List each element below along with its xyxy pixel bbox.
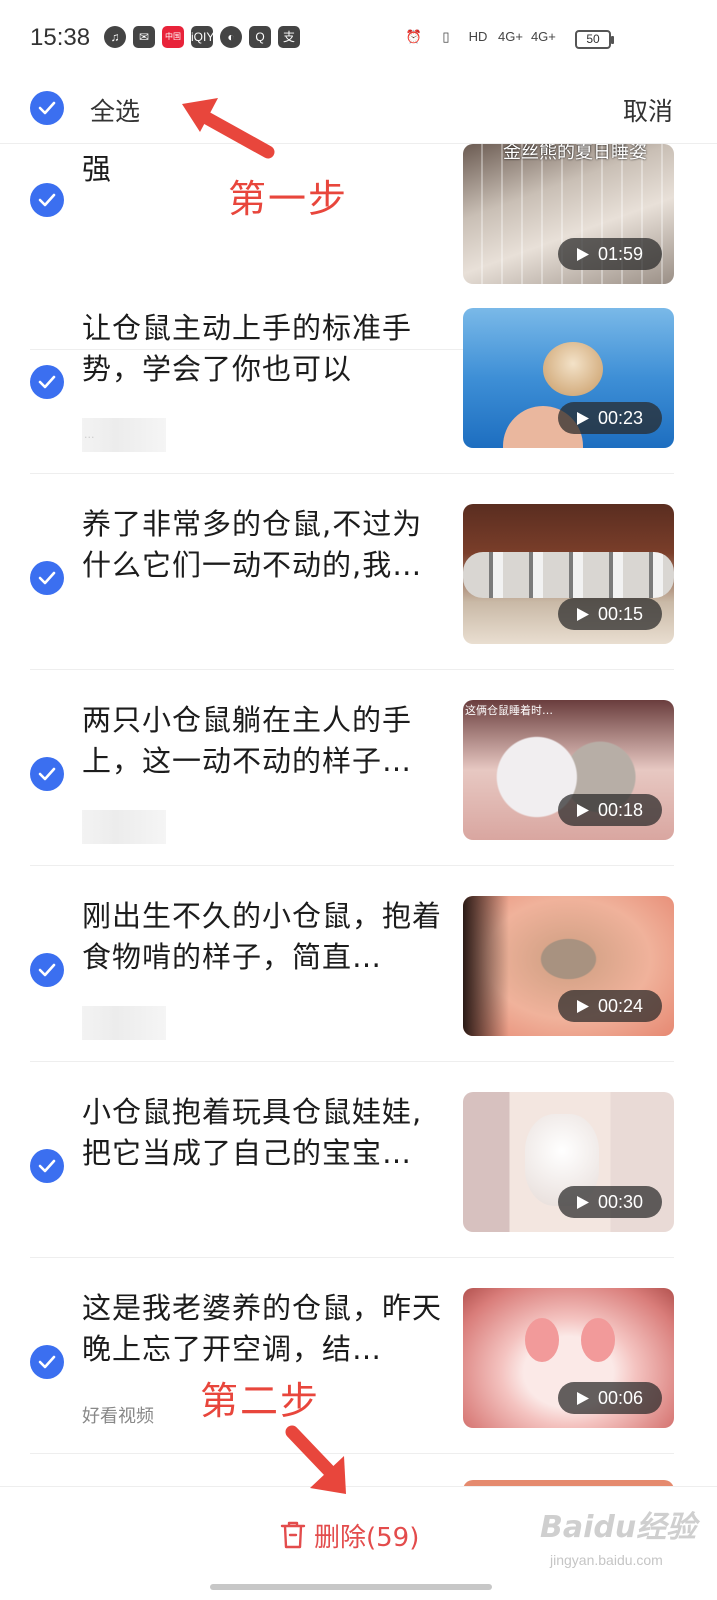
play-icon (577, 1196, 589, 1209)
wechat-icon: ✉ (133, 26, 155, 48)
play-icon (577, 248, 589, 261)
iqiyi-icon: iQIY (191, 26, 214, 48)
list-item[interactable]: 小仓鼠抱着玩具仓鼠娃娃,把它当成了自己的宝宝… 00:30 (0, 1062, 717, 1258)
item-checkbox[interactable] (30, 365, 64, 399)
duration-label: 00:24 (598, 996, 644, 1016)
battery-icon: 50 (575, 30, 614, 49)
duration-label: 00:23 (598, 408, 644, 428)
browser-icon: ◐ (220, 26, 242, 48)
item-title: 让仓鼠主动上手的标准手势，学会了你也可以 (82, 311, 413, 386)
item-checkbox[interactable] (30, 757, 64, 791)
duration-badge: 00:23 (558, 402, 662, 434)
select-all-checkbox[interactable] (30, 91, 64, 125)
status-time: 15:38 (30, 24, 91, 51)
signal-icon: 4G+ (498, 29, 523, 44)
item-checkbox[interactable] (30, 183, 64, 217)
search-app-icon: Q (249, 26, 271, 48)
duration-label: 01:59 (598, 244, 644, 264)
video-thumbnail: 00:06 (463, 1288, 674, 1428)
video-thumbnail: 00:24 (463, 896, 674, 1036)
item-checkbox[interactable] (30, 561, 64, 595)
status-indicators: ⏰ ▯ HD 4G+ 4G+ (402, 26, 556, 48)
video-thumbnail: 这俩仓鼠睡着时… 00:18 (463, 700, 674, 840)
item-checkbox[interactable] (30, 1345, 64, 1379)
duration-label: 00:18 (598, 800, 644, 820)
check-icon (38, 193, 56, 207)
item-title: 刚出生不久的小仓鼠，抱着食物啃的样子，简直… (82, 899, 443, 974)
list-item[interactable]: 两只小仓鼠躺在主人的手上，这一动不动的样子… 这俩仓鼠睡着时… 00:18 (0, 670, 717, 866)
annotation-arrow-icon (285, 1425, 346, 1494)
play-icon (577, 1000, 589, 1013)
play-icon (577, 1392, 589, 1405)
alipay-icon: 支 (278, 26, 300, 48)
thumbnail-caption: 金丝熊的夏日睡姿 (503, 144, 647, 163)
item-title: 小仓鼠抱着玩具仓鼠娃娃,把它当成了自己的宝宝… (82, 1095, 423, 1170)
check-icon (38, 1159, 56, 1173)
duration-badge: 00:30 (558, 1186, 662, 1218)
duration-label: 00:06 (598, 1388, 644, 1408)
list-item[interactable]: 刚出生不久的小仓鼠，抱着食物啃的样子，简直… 00:24 (0, 866, 717, 1062)
check-icon (38, 375, 56, 389)
thumbnail-caption: 这俩仓鼠睡着时… (465, 704, 553, 717)
video-thumbnail: 金丝熊的夏日睡姿 01:59 (463, 144, 674, 284)
annotation-step-two: 第二步 (200, 1379, 321, 1423)
play-icon (577, 804, 589, 817)
item-checkbox[interactable] (30, 1149, 64, 1183)
item-checkbox[interactable] (30, 953, 64, 987)
video-thumbnail: 00:15 (463, 504, 674, 644)
item-source: ... (82, 418, 166, 452)
check-icon (38, 101, 56, 115)
list-item[interactable]: 让仓鼠主动上手的标准手势，学会了你也可以 ... 00:23 (0, 278, 717, 474)
select-all-label[interactable]: 全选 (90, 92, 140, 128)
duration-badge: 00:15 (558, 598, 662, 630)
selection-header: 全选 取消 (0, 78, 717, 144)
alarm-icon: ⏰ (405, 29, 423, 44)
check-icon (38, 767, 56, 781)
duration-label: 00:15 (598, 604, 644, 624)
check-icon (38, 963, 56, 977)
item-title: 养了非常多的仓鼠,不过为什么它们一动不动的,我… (82, 507, 423, 582)
music-icon: ♫ (104, 26, 126, 48)
hd-voice-icon: HD (468, 29, 488, 44)
duration-badge: 01:59 (558, 238, 662, 270)
status-bar: 15:38 ♫ ✉ 中国移动 iQIY ◐ Q 支 ⏰ ▯ HD 4G+ 4G+… (0, 0, 717, 78)
watermark-logo: Baidu经验 (540, 1510, 697, 1545)
check-icon (38, 571, 56, 585)
item-source: 好看视频 (82, 1406, 154, 1427)
delete-button[interactable]: 删除(59) (280, 1515, 419, 1555)
item-source (82, 810, 166, 844)
video-thumbnail: 00:23 (463, 308, 674, 448)
video-thumbnail: 00:30 (463, 1092, 674, 1232)
duration-badge: 00:18 (558, 794, 662, 826)
home-indicator[interactable] (210, 1584, 492, 1590)
status-app-icons: ♫ ✉ 中国移动 iQIY ◐ Q 支 (104, 26, 300, 63)
mobile-app-icon: 中国移动 (162, 26, 184, 63)
watermark-url: jingyan.baidu.com (550, 1552, 663, 1568)
item-source (82, 1006, 166, 1040)
list-item[interactable]: 强 金丝熊的夏日睡姿 01:59 (0, 144, 717, 350)
signal-icon: 4G+ (530, 29, 556, 44)
duration-badge: 00:24 (558, 990, 662, 1022)
list-item[interactable]: 养了非常多的仓鼠,不过为什么它们一动不动的,我… 00:15 (0, 474, 717, 670)
play-icon (577, 608, 589, 621)
item-title: 这是我老婆养的仓鼠，昨天晚上忘了开空调，结… (82, 1291, 443, 1366)
item-title: 两只小仓鼠躺在主人的手上，这一动不动的样子… (82, 703, 413, 778)
cancel-button[interactable]: 取消 (623, 92, 673, 128)
trash-icon (280, 1521, 306, 1549)
video-list: 强 金丝熊的夏日睡姿 01:59 让仓鼠主动上手的标准手势，学会了你也可以 ..… (0, 144, 717, 1486)
delete-label[interactable]: 删除(59) (314, 1517, 419, 1554)
duration-label: 00:30 (598, 1192, 644, 1212)
baidu-jingyan-watermark: Baidu经验 jingyan.baidu.com (540, 1490, 700, 1580)
play-icon (577, 412, 589, 425)
annotation-step-one: 第一步 (228, 177, 349, 221)
annotation-arrow-icon (182, 98, 275, 159)
duration-badge: 00:06 (558, 1382, 662, 1414)
vibrate-icon: ▯ (442, 29, 450, 44)
check-icon (38, 1355, 56, 1369)
